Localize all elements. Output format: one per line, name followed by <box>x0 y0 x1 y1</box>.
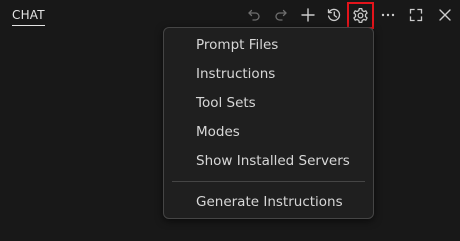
undo-button[interactable] <box>243 4 265 26</box>
menu-separator <box>172 181 365 182</box>
history-icon <box>327 8 341 22</box>
settings-button[interactable] <box>349 4 371 26</box>
new-chat-button[interactable] <box>297 4 319 26</box>
menu-item-tool-sets[interactable]: Tool Sets <box>164 90 373 116</box>
redo-icon <box>275 9 287 21</box>
maximize-button[interactable] <box>405 4 427 26</box>
close-button[interactable] <box>434 4 456 26</box>
history-button[interactable] <box>323 4 345 26</box>
menu-item-show-installed-servers[interactable]: Show Installed Servers <box>164 148 373 174</box>
menu-item-generate-instructions[interactable]: Generate Instructions <box>164 189 373 215</box>
menu-item-prompt-files[interactable]: Prompt Files <box>164 32 373 58</box>
chat-panel: CHAT Prompt Files Instructions Tool Sets… <box>0 0 460 241</box>
menu-item-instructions[interactable]: Instructions <box>164 61 373 87</box>
more-actions-button[interactable] <box>377 4 399 26</box>
tab-chat[interactable]: CHAT <box>12 8 45 26</box>
menu-item-modes[interactable]: Modes <box>164 119 373 145</box>
redo-button[interactable] <box>270 4 292 26</box>
gear-icon <box>352 7 368 23</box>
settings-menu: Prompt Files Instructions Tool Sets Mode… <box>163 27 374 219</box>
more-icon <box>381 13 395 17</box>
close-icon <box>439 9 451 21</box>
plus-icon <box>301 8 315 22</box>
maximize-icon <box>409 8 423 22</box>
undo-icon <box>248 9 260 21</box>
